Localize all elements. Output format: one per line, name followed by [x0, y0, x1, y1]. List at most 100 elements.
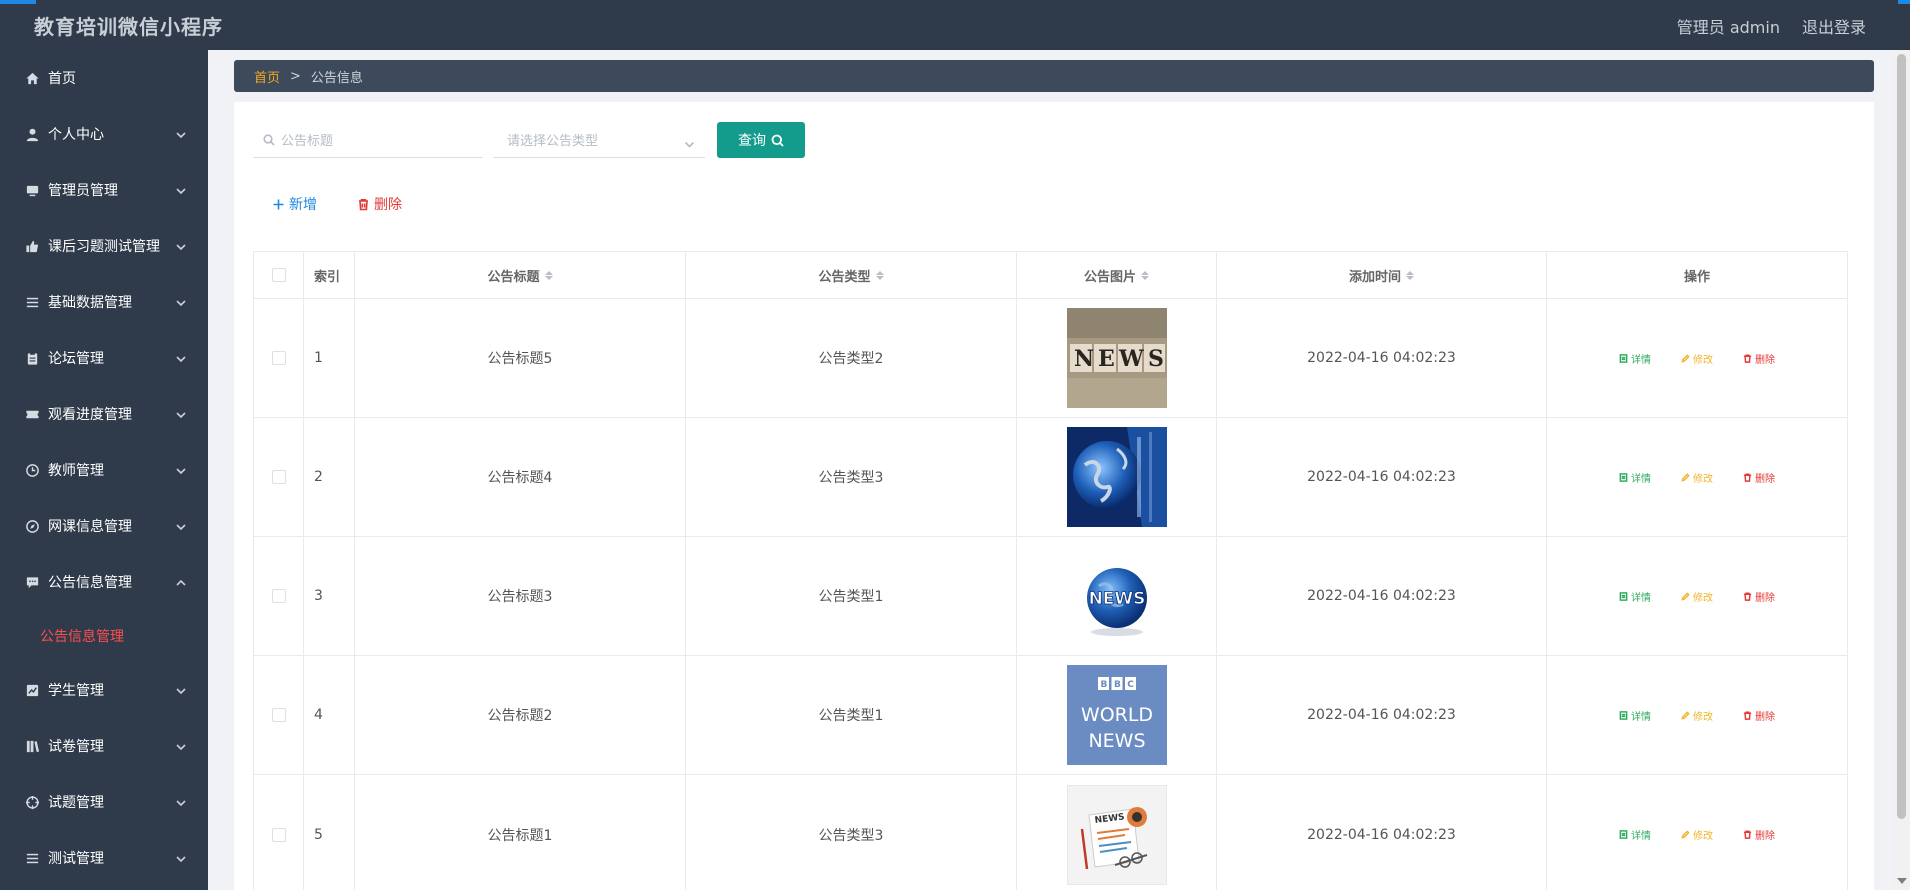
row-time: 2022-04-16 04:02:23	[1217, 656, 1547, 774]
detail-label: 详情	[1631, 592, 1651, 604]
trash-icon	[357, 198, 370, 211]
bbc-world-news-image[interactable]: BBC WORLD NEWS	[1066, 665, 1167, 765]
thumb-icon	[24, 238, 40, 254]
sidebar-item-label: 论坛管理	[48, 351, 104, 367]
select-all-checkbox[interactable]	[271, 268, 286, 282]
row-checkbox[interactable]	[271, 351, 286, 365]
sidebar-item-teachers[interactable]: 教师管理	[0, 442, 208, 498]
scroll-down-arrow-icon[interactable]	[1897, 878, 1907, 884]
row-time: 2022-04-16 04:02:23	[1217, 775, 1547, 890]
row-check-cell	[254, 418, 304, 536]
type-select[interactable]: 请选择公告类型	[493, 122, 705, 158]
delete-button[interactable]: 删除	[1743, 589, 1775, 604]
table-row: 2 公告标题4 公告类型3 2022-04-16 04:02:23 详情 修改 …	[254, 418, 1847, 537]
svg-text:C: C	[1127, 680, 1134, 690]
action-bar: 新增 删除	[272, 194, 402, 214]
plus-icon	[272, 198, 285, 211]
page-scrollbar[interactable]	[1893, 50, 1910, 890]
sidebar-item-tests[interactable]: 测试管理	[0, 830, 208, 886]
doc-icon	[1619, 472, 1628, 482]
sidebar-subitem-announcement-management[interactable]: 公告信息管理	[0, 610, 208, 662]
row-ops: 详情 修改 删除	[1547, 656, 1847, 774]
sidebar-item-label: 个人中心	[48, 127, 104, 143]
monitor-icon	[24, 182, 40, 198]
sidebar-item-label: 试题管理	[48, 795, 104, 811]
sidebar-item-home[interactable]: 首页	[0, 50, 208, 106]
row-checkbox[interactable]	[271, 470, 286, 484]
sidebar-item-forum[interactable]: 论坛管理	[0, 330, 208, 386]
edit-label: 修改	[1693, 592, 1713, 604]
pencil-icon	[1681, 830, 1690, 839]
sidebar-item-profile[interactable]: 个人中心	[0, 106, 208, 162]
edit-button[interactable]: 修改	[1681, 827, 1713, 842]
sidebar-item-announcements[interactable]: 公告信息管理	[0, 554, 208, 610]
header-title-label: 公告标题	[487, 269, 540, 285]
header-title[interactable]: 公告标题	[355, 252, 686, 298]
chevron-up-icon	[176, 576, 186, 586]
header-image[interactable]: 公告图片	[1017, 252, 1217, 298]
globe-news-image[interactable]	[1066, 427, 1167, 527]
sort-icon	[1141, 270, 1149, 280]
newspaper-illustration-image[interactable]: NEWS	[1066, 784, 1167, 885]
detail-button[interactable]: 详情	[1619, 470, 1651, 485]
delete-button[interactable]: 删除	[1743, 351, 1775, 366]
edit-button[interactable]: 修改	[1681, 589, 1713, 604]
svg-text:N: N	[1074, 346, 1094, 372]
row-checkbox[interactable]	[271, 708, 286, 722]
sort-icon	[544, 270, 553, 280]
row-checkbox[interactable]	[271, 827, 286, 842]
list-icon	[24, 294, 40, 310]
clock-icon	[24, 462, 40, 478]
chevron-down-icon	[176, 796, 186, 807]
row-checkbox[interactable]	[271, 589, 286, 603]
chevron-down-icon	[176, 296, 186, 307]
news-tiles-image[interactable]: N E W S	[1066, 308, 1167, 408]
svg-text:NEWS: NEWS	[1088, 589, 1145, 609]
svg-text:W: W	[1118, 346, 1144, 372]
batch-delete-button[interactable]: 删除	[357, 194, 402, 214]
delete-button[interactable]: 删除	[1743, 827, 1775, 842]
home-icon	[24, 70, 40, 86]
sidebar-item-questions[interactable]: 试题管理	[0, 774, 208, 830]
row-index: 3	[304, 537, 355, 655]
header-type[interactable]: 公告类型	[686, 252, 1017, 298]
scrollbar-thumb[interactable]	[1897, 54, 1906, 819]
user-label[interactable]: 管理员 admin	[1677, 14, 1780, 38]
detail-button[interactable]: 详情	[1619, 589, 1651, 604]
header-time[interactable]: 添加时间	[1217, 252, 1547, 298]
title-search-input[interactable]: 公告标题	[253, 122, 483, 158]
sidebar-item-basic-data[interactable]: 基础数据管理	[0, 274, 208, 330]
news-globe-logo-image[interactable]: NEWS	[1066, 546, 1167, 646]
sidebar-item-label: 观看进度管理	[48, 407, 132, 423]
query-button[interactable]: 查询	[717, 122, 805, 158]
sidebar-item-students[interactable]: 学生管理	[0, 662, 208, 718]
edit-button[interactable]: 修改	[1681, 351, 1713, 366]
delete-label: 删除	[1755, 592, 1775, 604]
detail-button[interactable]: 详情	[1619, 827, 1651, 842]
sidebar-item-label: 学生管理	[48, 683, 104, 699]
clipboard-icon	[24, 350, 40, 366]
list-icon	[24, 850, 40, 866]
row-image-cell: N E W S	[1017, 299, 1217, 417]
sidebar-item-label: 基础数据管理	[48, 295, 132, 311]
sidebar-item-admins[interactable]: 管理员管理	[0, 162, 208, 218]
edit-button[interactable]: 修改	[1681, 470, 1713, 485]
sidebar-item-label: 公告信息管理	[48, 575, 132, 591]
detail-label: 详情	[1631, 354, 1651, 366]
breadcrumb-home-link[interactable]: 首页	[254, 67, 280, 86]
delete-button[interactable]: 删除	[1743, 708, 1775, 723]
sidebar-item-watch-progress[interactable]: 观看进度管理	[0, 386, 208, 442]
edit-button[interactable]: 修改	[1681, 708, 1713, 723]
sidebar-item-online-courses[interactable]: 网课信息管理	[0, 498, 208, 554]
add-button[interactable]: 新增	[272, 194, 317, 214]
delete-button[interactable]: 删除	[1743, 470, 1775, 485]
detail-button[interactable]: 详情	[1619, 708, 1651, 723]
trash-icon	[1743, 591, 1752, 601]
row-title: 公告标题1	[355, 775, 686, 890]
logout-button[interactable]: 退出登录	[1802, 14, 1866, 38]
detail-button[interactable]: 详情	[1619, 351, 1651, 366]
sidebar-item-papers[interactable]: 试卷管理	[0, 718, 208, 774]
breadcrumb: 首页 > 公告信息	[234, 60, 1874, 92]
sidebar-item-homework-tests[interactable]: 课后习题测试管理	[0, 218, 208, 274]
chevron-down-icon	[684, 135, 695, 154]
